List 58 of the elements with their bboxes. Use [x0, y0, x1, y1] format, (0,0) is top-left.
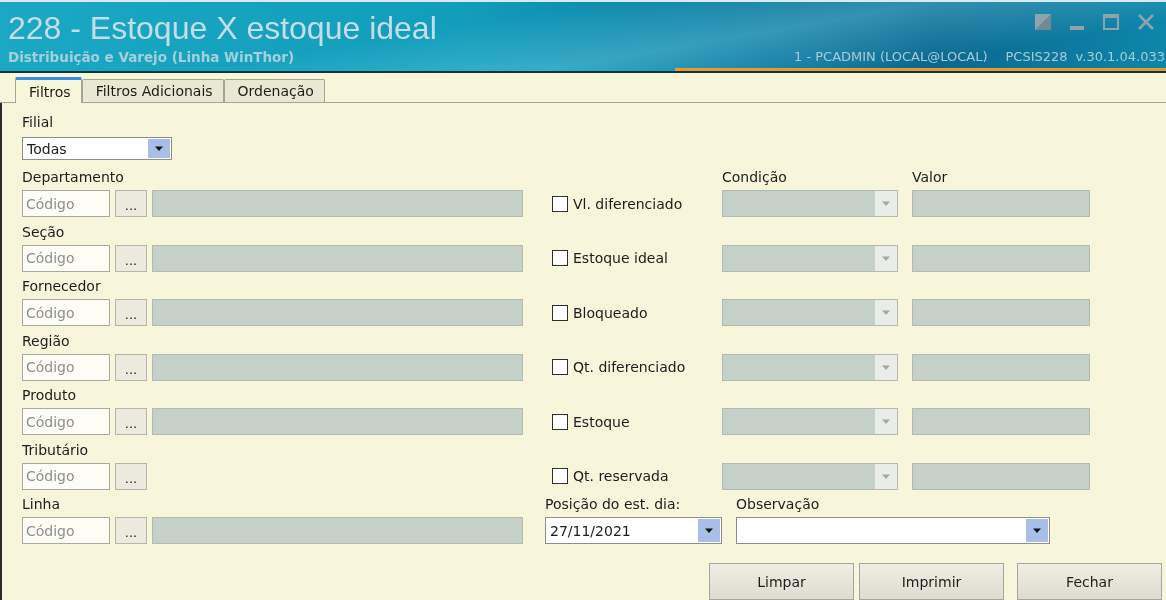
- date-dropdown[interactable]: 27/11/2021: [545, 517, 722, 544]
- action-button[interactable]: Imprimir: [859, 563, 1004, 600]
- lookup-button[interactable]: ...: [115, 299, 147, 326]
- field-label: Observação: [736, 496, 821, 512]
- lookup-button[interactable]: ...: [115, 190, 147, 217]
- lookup-button[interactable]: ...: [115, 408, 147, 435]
- close-icon[interactable]: [1138, 14, 1154, 30]
- field-label: Tributário: [22, 441, 90, 458]
- field-label: Posição do est. dia:: [545, 496, 682, 512]
- window-subtitle: Distribuição e Varejo (Linha WinThor): [8, 49, 296, 65]
- caret-icon[interactable]: [698, 519, 720, 542]
- lookup-button[interactable]: ...: [115, 462, 147, 490]
- field-label: Departamento: [22, 169, 125, 185]
- code-field[interactable]: Código: [22, 299, 110, 326]
- checkbox-label: Bloqueado: [573, 304, 648, 321]
- lookup-button[interactable]: ...: [115, 517, 147, 544]
- field-label: Condição: [722, 169, 788, 185]
- tab[interactable]: Filtros: [15, 77, 82, 103]
- code-field[interactable]: Código: [22, 517, 110, 544]
- code-field[interactable]: Código: [22, 353, 110, 381]
- action-button[interactable]: Limpar: [709, 563, 854, 600]
- checkbox[interactable]: [552, 413, 568, 430]
- version-label: v.30.1.04.033: [1075, 49, 1165, 65]
- tab[interactable]: Filtros Adicionais: [81, 79, 224, 102]
- checkbox-label: Estoque: [573, 413, 630, 430]
- field-label: Produto: [22, 387, 78, 403]
- field-label: Filial: [22, 114, 55, 130]
- caret-icon[interactable]: [148, 139, 170, 158]
- action-button[interactable]: Fechar: [1017, 563, 1162, 600]
- code-field[interactable]: Código: [22, 244, 110, 272]
- lookup-button[interactable]: ...: [115, 353, 147, 381]
- checkbox[interactable]: [552, 304, 568, 321]
- checkbox-label: Estoque ideal: [573, 250, 668, 266]
- field-label: Linha: [22, 496, 61, 512]
- checkbox-label: Qt. diferenciado: [573, 359, 686, 375]
- code-field[interactable]: Código: [22, 190, 110, 217]
- field-label: Região: [22, 332, 71, 349]
- maximize-icon[interactable]: [1103, 14, 1119, 30]
- code-field[interactable]: Código: [22, 462, 110, 490]
- window-title: 228 - Estoque X estoque ideal: [8, 10, 437, 46]
- checkbox[interactable]: [552, 468, 568, 484]
- field-label: Seção: [22, 223, 66, 240]
- code-field[interactable]: Código: [22, 408, 110, 435]
- checkbox[interactable]: [552, 359, 568, 375]
- field-label: Valor: [912, 169, 949, 185]
- split-square-icon[interactable]: [1035, 14, 1051, 30]
- minimize-icon[interactable]: [1070, 26, 1084, 30]
- user-info: 1 - PCADMIN (LOCAL@LOCAL): [794, 49, 988, 65]
- checkbox[interactable]: [552, 250, 568, 266]
- checkbox[interactable]: [552, 195, 568, 212]
- field-label: Fornecedor: [22, 278, 102, 294]
- branch-dropdown[interactable]: Todas: [22, 137, 172, 160]
- checkbox-label: Qt. reservada: [573, 468, 669, 484]
- lookup-button[interactable]: ...: [115, 244, 147, 272]
- caret-icon[interactable]: [1026, 519, 1048, 542]
- tab[interactable]: Ordenação: [223, 79, 325, 102]
- checkbox-label: Vl. diferenciado: [573, 195, 683, 212]
- module-code: PCSIS228: [1005, 49, 1068, 65]
